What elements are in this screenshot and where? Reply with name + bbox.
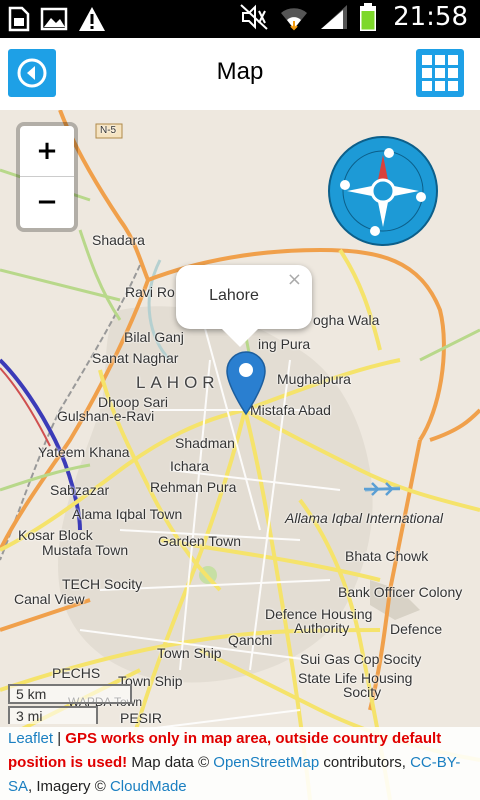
road-shield-label: N-5 (100, 125, 117, 136)
place-label: Sanat Naghar (92, 350, 179, 366)
popup-close-button[interactable]: × (287, 269, 302, 290)
place-label: Ravi Ro (125, 284, 175, 300)
place-label: Yateem Khana (38, 444, 130, 460)
place-label: Bilal Ganj (124, 329, 184, 345)
place-label: Sabzazar (50, 482, 110, 498)
cloudmade-link[interactable]: CloudMade (110, 778, 187, 795)
popup-label: Lahore (209, 287, 259, 304)
contributors-text: contributors, (319, 754, 411, 771)
map-scale: 5 km 3 mi (8, 684, 132, 724)
zoom-in-button[interactable]: + (20, 126, 74, 177)
map-popup: Lahore × (176, 265, 312, 347)
wifi-icon (281, 8, 308, 31)
battery-icon (360, 3, 377, 31)
place-label: Shadman (175, 435, 235, 451)
city-label: LAHOR (136, 373, 220, 392)
zoom-out-button[interactable]: − (20, 177, 74, 227)
place-label: Alama Iqbal Town (72, 506, 183, 522)
imagery-text: , Imagery © (28, 778, 110, 795)
compass-icon[interactable] (327, 135, 439, 247)
place-label: Ichara (170, 458, 209, 474)
place-label: Bank Officer Colony (338, 584, 463, 600)
place-label: PECHS (52, 665, 101, 681)
place-label: Authority (294, 620, 350, 636)
sim-card-icon (8, 6, 30, 32)
page-title: Map (216, 58, 264, 85)
place-label: Gulshan-e-Ravi (57, 408, 155, 424)
map-attribution: Leaflet | GPS works only in map area, ou… (0, 727, 480, 800)
place-label: ogha Wala (313, 312, 380, 328)
place-label: Garden Town (158, 533, 242, 549)
location-marker-icon[interactable] (225, 350, 267, 416)
place-label: Canal View (14, 591, 85, 607)
mute-icon (240, 4, 268, 30)
place-label: Qanchi (228, 632, 273, 648)
place-label: Defence (390, 621, 443, 637)
signal-icon (321, 5, 348, 29)
grid-menu-button[interactable] (416, 49, 464, 97)
place-label: Town Ship (157, 645, 222, 661)
place-label: Mustafa Town (42, 542, 129, 558)
grid-icon (422, 55, 458, 91)
clock: 21:58 (393, 2, 468, 32)
airport-icon (364, 482, 400, 496)
leaflet-link[interactable]: Leaflet (8, 730, 53, 747)
place-label: Allama Iqbal International (285, 510, 443, 526)
place-label: Sui Gas Cop Socity (300, 651, 422, 667)
zoom-control: + − (16, 122, 78, 232)
place-label: Socity (343, 684, 382, 700)
app-header: Map (0, 38, 480, 111)
map-data-text: Map data © (127, 754, 214, 771)
place-label: Kosar Block (18, 527, 93, 543)
popup-tip (222, 329, 258, 347)
attribution-separator: | (53, 730, 66, 747)
scale-km: 5 km (8, 684, 132, 704)
map-view[interactable]: N-5 Shadara Ravi Ro Bilal Ganj Sanat Nag… (0, 110, 480, 800)
scale-mi: 3 mi (8, 706, 98, 724)
place-label: Bhata Chowk (345, 548, 429, 564)
place-label: Rehman Pura (150, 479, 237, 495)
place-label: Shadara (92, 232, 145, 248)
image-icon (40, 7, 68, 31)
place-label: TECH Socity (62, 576, 143, 592)
status-bar: 21:58 (0, 0, 480, 38)
osm-link[interactable]: OpenStreetMap (213, 754, 319, 771)
place-label: Mughalpura (277, 371, 351, 387)
warning-icon (79, 7, 105, 31)
